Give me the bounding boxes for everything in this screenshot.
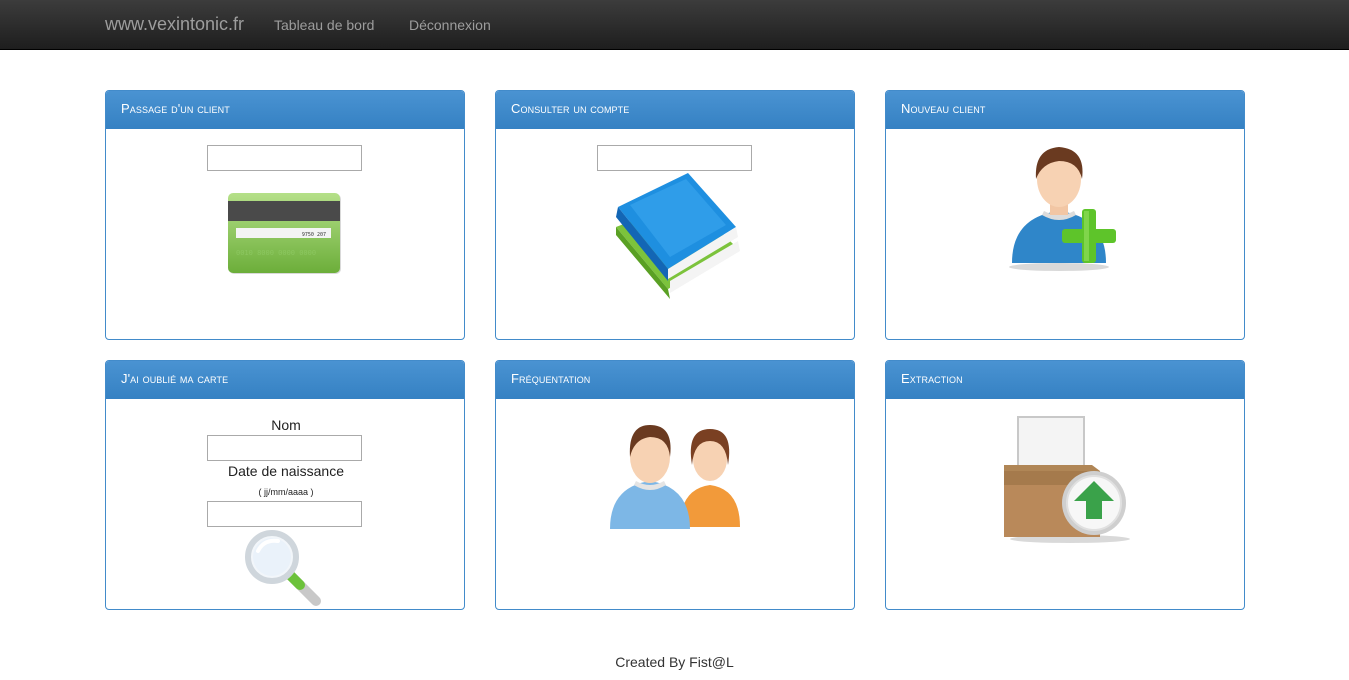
users-icon[interactable]	[608, 423, 748, 533]
magnifier-icon[interactable]	[244, 529, 324, 609]
card-number-top-text: 9750 207	[302, 232, 326, 238]
panel-title: Consulter un compte	[496, 91, 854, 129]
credit-card-icon[interactable]: 9750 207 0010 8000 0000 0000	[226, 191, 346, 281]
navbar: www.vexintonic.fr Tableau de bord Déconn…	[0, 0, 1349, 50]
card-number-bottom-text: 0010 8000 0000 0000	[236, 249, 316, 257]
footer-credit: Created By Fist@L	[615, 654, 734, 670]
panel-frequentation: Fréquentation	[495, 360, 855, 610]
nav-link-deconnexion[interactable]: Déconnexion	[409, 17, 491, 33]
card-number-input[interactable]	[207, 145, 362, 171]
box-export-icon[interactable]	[1000, 415, 1130, 545]
brand-link[interactable]: www.vexintonic.fr	[105, 14, 244, 35]
date-naissance-input[interactable]	[207, 501, 362, 527]
nav-link-tableau-de-bord[interactable]: Tableau de bord	[274, 17, 374, 33]
panel-title: J'ai oublié ma carte	[106, 361, 464, 399]
panel-nouveau-client: Nouveau client	[885, 90, 1245, 340]
panel-oublie-carte: J'ai oublié ma carte Nom Date de naissan…	[105, 360, 465, 610]
add-user-icon[interactable]	[1004, 141, 1134, 271]
panel-title: Nouveau client	[886, 91, 1244, 129]
panel-title: Extraction	[886, 361, 1244, 399]
panel-passage-client: Passage d'un client 9750 207 0010 8000 0…	[105, 90, 465, 340]
panel-title: Passage d'un client	[106, 91, 464, 129]
date-naissance-label: Date de naissance	[228, 463, 344, 479]
panel-title: Fréquentation	[496, 361, 854, 399]
panel-extraction: Extraction	[885, 360, 1245, 610]
books-icon[interactable]	[608, 169, 748, 299]
nom-input[interactable]	[207, 435, 362, 461]
panel-consulter-compte: Consulter un compte	[495, 90, 855, 340]
nom-label: Nom	[271, 417, 301, 433]
account-number-input[interactable]	[597, 145, 752, 171]
date-format-hint: ( jj/mm/aaaa )	[258, 487, 314, 497]
